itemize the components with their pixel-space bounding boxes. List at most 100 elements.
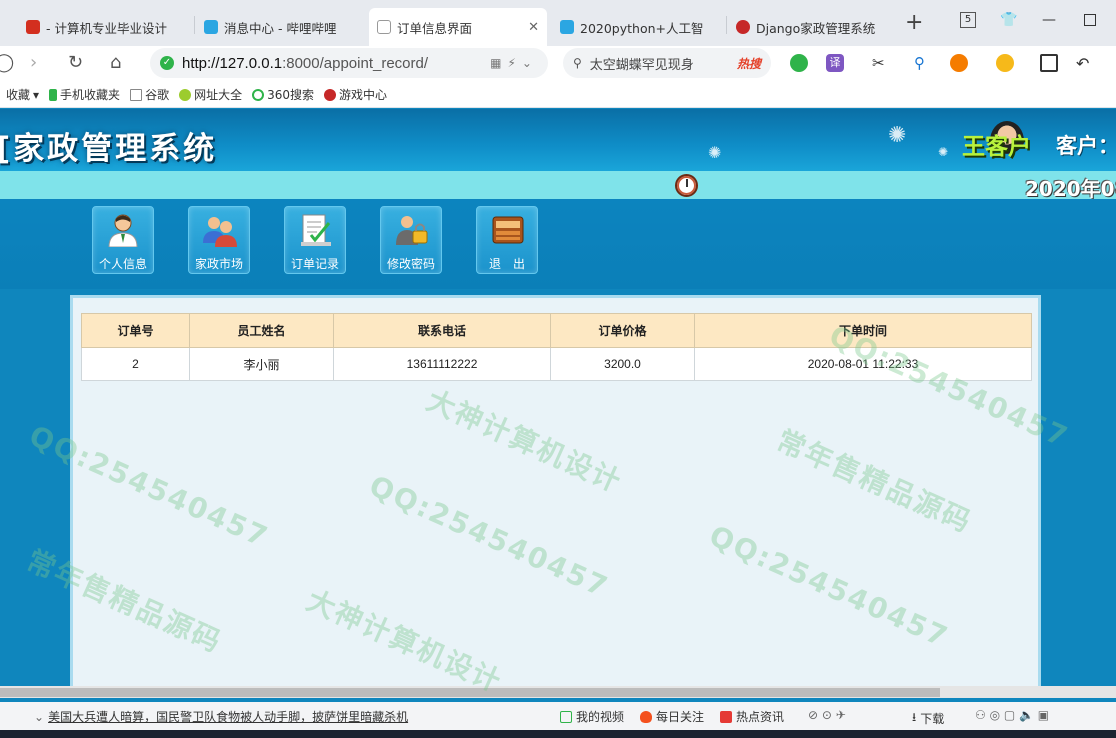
video-icon — [560, 710, 572, 723]
column-header-staff-name: 员工姓名 — [189, 313, 334, 348]
shield-icon: ✓ — [160, 56, 174, 70]
order-records-button[interactable]: 订单记录 — [284, 206, 346, 274]
scrollbar-thumb[interactable] — [0, 688, 940, 697]
bookmark-favorites[interactable]: 收藏 ▾ — [6, 86, 39, 103]
hot-news-link[interactable]: 热点资讯 — [720, 708, 784, 725]
minimize-icon[interactable]: — — [1042, 12, 1056, 28]
search-icon: ⚲ — [573, 56, 582, 70]
tab-label: Django家政管理系统 — [756, 20, 876, 36]
chevron-down-icon: ▾ — [33, 87, 40, 102]
browser-status-bar: ⌄ 美国大兵遭人暗算，国民警卫队食物被人动手脚，披萨饼里暗藏杀机 我的视频 每日关… — [0, 702, 1116, 730]
status-label: 每日关注 — [656, 710, 705, 724]
news-icon — [720, 710, 732, 723]
cell-staff-name: 李小丽 — [189, 347, 334, 381]
daily-focus-link[interactable]: 每日关注 — [640, 708, 704, 725]
misc-icons: ⚇ ◎ ▢ 🔈 ▣ — [975, 708, 1050, 722]
url-host: http://127.0.0.1 — [182, 54, 283, 72]
toolbar-label: 退 出 — [488, 257, 525, 271]
users-icon — [203, 213, 237, 247]
tab-label: 2020python+人工智 — [580, 20, 704, 36]
g-icon — [736, 20, 750, 34]
magnifier-icon[interactable]: ⚲ — [914, 54, 932, 72]
cell-phone: 13611112222 — [333, 347, 551, 381]
cell-price: 3200.0 — [550, 347, 695, 381]
hao-icon — [179, 88, 192, 101]
scissors-icon[interactable]: ✂ — [872, 54, 890, 72]
bookmark-label: 360搜索 — [267, 88, 314, 102]
close-icon[interactable]: ✕ — [528, 20, 539, 35]
tab-label: 订单信息界面 — [397, 20, 473, 36]
toolbar-label: 订单记录 — [290, 257, 339, 271]
toolbar-label: 修改密码 — [386, 257, 435, 271]
bookmark-360[interactable]: 360搜索 — [252, 86, 314, 103]
flag-icon — [26, 20, 40, 34]
user-role: 客户： — [1056, 134, 1116, 158]
bookmark-mobile[interactable]: 手机收藏夹 — [49, 86, 120, 103]
tab-bilibili[interactable]: 消息中心 - 哔哩哔哩 — [196, 8, 362, 46]
tab-order-info[interactable]: 订单信息界面 ✕ — [369, 8, 547, 46]
status-label: 热点资讯 — [736, 710, 785, 724]
column-header-order-time: 下单时间 — [694, 313, 1032, 348]
apps-grid-icon[interactable] — [1040, 54, 1058, 72]
status-label: 下载 — [920, 712, 945, 726]
clock-icon — [675, 174, 698, 197]
orders-table: 订单号 员工姓名 联系电话 订单价格 下单时间 2 李小丽 1361111222… — [81, 313, 1032, 381]
page-icon — [130, 88, 143, 101]
personal-info-button[interactable]: 个人信息 — [92, 206, 154, 274]
reload-icon[interactable]: ↻ — [68, 52, 83, 73]
status-label: 我的视频 — [576, 710, 625, 724]
table-row: 2 李小丽 13611112222 3200.0 2020-08-01 11:2… — [81, 347, 1032, 381]
main-toolbar: 个人信息 家政市场 订单记录 修改密码 退 出 — [0, 199, 1116, 289]
news-ticker[interactable]: ⌄ 美国大兵遭人暗算，国民警卫队食物被人动手脚，披萨饼里暗藏杀机 — [34, 708, 408, 725]
new-tab-icon[interactable]: + — [905, 10, 923, 35]
url-field[interactable]: ✓ http://127.0.0.1:8000/appoint_record/ … — [150, 48, 548, 78]
translate-icon[interactable]: 译 — [826, 54, 844, 72]
address-bar-row: ◯ › ↻ ⌂ ✓ http://127.0.0.1:8000/appoint_… — [0, 46, 1116, 82]
qr-lightning-dropdown-icons[interactable]: ▦⚡⌄ — [490, 56, 538, 70]
status-right-icons[interactable]: ⚇ ◎ ▢ 🔈 ▣ — [975, 708, 1049, 722]
current-date: 2020年08 — [1025, 177, 1116, 201]
undo-icon[interactable]: ↶ — [1076, 54, 1094, 73]
home-icon[interactable]: ⌂ — [110, 52, 121, 73]
forward-icon[interactable]: › — [30, 52, 37, 73]
tab-graduation-design[interactable]: - 计算机专业毕业设计 — [18, 8, 194, 46]
tab-django[interactable]: Django家政管理系统 — [728, 8, 900, 46]
download-link[interactable]: ⭳ 下载 — [912, 708, 944, 729]
chevron-down-icon: ⌄ — [34, 710, 45, 724]
hot-search-label[interactable]: 热搜 — [737, 55, 761, 72]
bookmark-hao123[interactable]: 网址大全 — [179, 86, 242, 103]
download-icon: ⭳ — [912, 710, 917, 724]
extension-green-icon[interactable] — [790, 54, 808, 72]
phone-icon — [49, 88, 58, 101]
logout-button[interactable]: 退 出 — [476, 206, 538, 274]
dandelion-icon: ✺ — [888, 123, 907, 148]
search-field[interactable]: ⚲ 太空蝴蝶罕见现身 热搜 — [563, 48, 771, 78]
exit-icon — [491, 213, 524, 247]
url-text: http://127.0.0.1:8000/appoint_record/ — [182, 55, 482, 72]
bookmark-google[interactable]: 谷歌 — [130, 86, 169, 103]
tab-separator — [194, 16, 195, 34]
bilibili-icon — [560, 20, 574, 34]
game-icon[interactable] — [950, 54, 968, 72]
bookmark-label: 手机收藏夹 — [60, 88, 121, 102]
market-button[interactable]: 家政市场 — [188, 206, 250, 274]
tab-count-badge[interactable]: 5 — [960, 12, 976, 28]
records-icon — [299, 213, 331, 247]
bilibili-icon — [204, 20, 218, 34]
change-password-button[interactable]: 修改密码 — [380, 206, 442, 274]
bookmark-games[interactable]: 游戏中心 — [324, 86, 387, 103]
bookmark-label: 谷歌 — [145, 88, 170, 102]
browser-tab-bar: - 计算机专业毕业设计 消息中心 - 哔哩哔哩 订单信息界面 ✕ 2020pyt… — [0, 0, 1116, 46]
tab-python-ai[interactable]: 2020python+人工智 — [552, 8, 724, 46]
horizontal-scrollbar[interactable] — [0, 686, 1116, 698]
status-tools[interactable]: ⊘ ⊙ ✈ — [808, 708, 846, 722]
maximize-icon[interactable] — [1084, 14, 1096, 26]
system-title: [家政管理系统 — [0, 131, 218, 167]
my-video-link[interactable]: 我的视频 — [560, 708, 624, 725]
bookmark-label: 网址大全 — [194, 88, 243, 102]
person-icon — [107, 213, 139, 248]
user-name: 王客户 — [962, 134, 1031, 160]
shield-gold-icon[interactable] — [996, 54, 1014, 72]
shirt-icon[interactable]: 👕 — [1000, 12, 1017, 28]
app-header: [家政管理系统 ✺ ✺ ✺ 王客户 客户： — [0, 109, 1116, 171]
